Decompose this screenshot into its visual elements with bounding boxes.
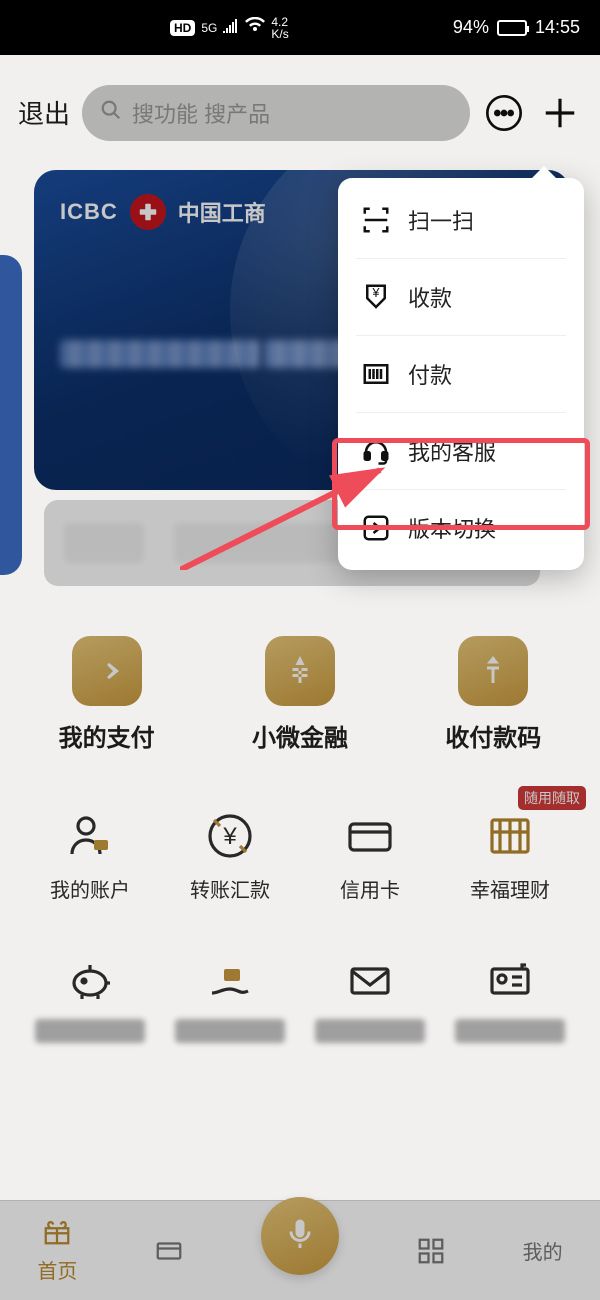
menu-label: 付款 [408,358,452,390]
nav-label: 我的 [523,1236,563,1265]
svc-redacted[interactable] [20,953,160,1043]
nav-card[interactable] [152,1236,186,1266]
icbc-logo-icon [130,194,166,230]
svc-label: 转账汇款 [190,874,270,903]
status-bar: HD 5G 4.2K/s 94% 14:55 [0,0,600,55]
battery-pct: 94% [453,17,489,38]
menu-receive[interactable]: ¥ 收款 [338,259,584,335]
action-qr-code[interactable]: 收付款码 [445,636,541,753]
barcode-icon [360,358,392,390]
svc-credit-card[interactable]: 信用卡 [300,808,440,903]
battery-icon [497,20,527,36]
qr-icon [458,636,528,706]
action-my-pay[interactable]: 我的支付 [59,636,155,753]
svc-redacted[interactable] [300,953,440,1043]
menu-version-switch[interactable]: 版本切换 [338,490,584,566]
nav-mine[interactable]: 我的 [523,1236,563,1265]
clock: 14:55 [535,17,580,38]
svc-label: 信用卡 [340,874,400,903]
redacted-label [315,1019,425,1043]
plus-button[interactable] [538,94,582,132]
search-icon [100,99,122,127]
signal-icon [223,17,239,38]
svc-transfer[interactable]: ¥ 转账汇款 [160,808,300,903]
nav-label: 首页 [37,1255,77,1284]
top-bar: 退出 搜功能 搜产品 [0,55,600,170]
redacted-block [64,523,144,563]
redacted-label [35,1019,145,1043]
voice-button[interactable] [261,1197,339,1275]
speed-indicator: 4.2K/s [271,16,288,40]
action-label: 小微金融 [252,718,348,753]
receive-icon: ¥ [360,281,392,313]
mail-icon [342,953,398,1009]
plus-dropdown: 扫一扫 ¥ 收款 付款 我的客服 版本切换 [338,178,584,570]
menu-label: 收款 [408,281,452,313]
menu-pay[interactable]: 付款 [338,336,584,412]
menu-label: 我的客服 [408,435,496,467]
chat-button[interactable] [482,93,526,133]
primary-actions-row: 我的支付 小微金融 收付款码 [0,636,600,753]
action-label: 我的支付 [59,718,155,753]
scan-icon [360,204,392,236]
card-icon [342,808,398,864]
person-icon [62,808,118,864]
menu-label: 扫一扫 [408,204,474,236]
hand-coin-icon [202,953,258,1009]
piggy-icon [62,953,118,1009]
svg-text:¥: ¥ [222,823,237,850]
finance-icon [265,636,335,706]
hd-badge: HD [170,20,195,36]
pay-icon [72,636,142,706]
redacted-label [455,1019,565,1043]
icbc-text-cn: 中国工商 [178,196,266,228]
svg-text:¥: ¥ [372,286,380,300]
menu-label: 版本切换 [408,512,496,544]
transfer-icon: ¥ [202,808,258,864]
svc-wealth[interactable]: 随用随取 幸福理财 [440,808,580,903]
svc-redacted[interactable] [440,953,580,1043]
action-label: 收付款码 [445,718,541,753]
redacted-card-line [60,340,260,368]
promo-badge: 随用随取 [518,786,586,810]
network-indicator: 5G [201,21,217,35]
svc-label: 我的账户 [50,874,130,903]
search-placeholder: 搜功能 搜产品 [132,97,270,129]
mic-icon [282,1215,318,1256]
redacted-label [175,1019,285,1043]
svc-redacted[interactable] [160,953,300,1043]
nav-grid[interactable] [414,1236,448,1266]
abacus-icon [482,808,538,864]
icbc-text: ICBC [60,199,118,225]
switch-icon [360,512,392,544]
menu-scan[interactable]: 扫一扫 [338,182,584,258]
wifi-icon [245,17,265,38]
action-micro-finance[interactable]: 小微金融 [252,636,348,753]
svc-label: 幸福理财 [470,874,550,903]
nav-home[interactable]: 首页 [37,1217,77,1284]
svc-my-account[interactable]: 我的账户 [20,808,160,903]
exit-button[interactable]: 退出 [18,94,70,131]
search-input[interactable]: 搜功能 搜产品 [82,85,470,141]
headset-icon [360,435,392,467]
bottom-nav: 首页 我的 [0,1200,600,1300]
services-grid: 我的账户 ¥ 转账汇款 信用卡 随用随取 幸福理财 [0,808,600,1043]
menu-customer-service[interactable]: 我的客服 [338,413,584,489]
id-card-icon [482,953,538,1009]
gift-icon [40,1217,74,1253]
